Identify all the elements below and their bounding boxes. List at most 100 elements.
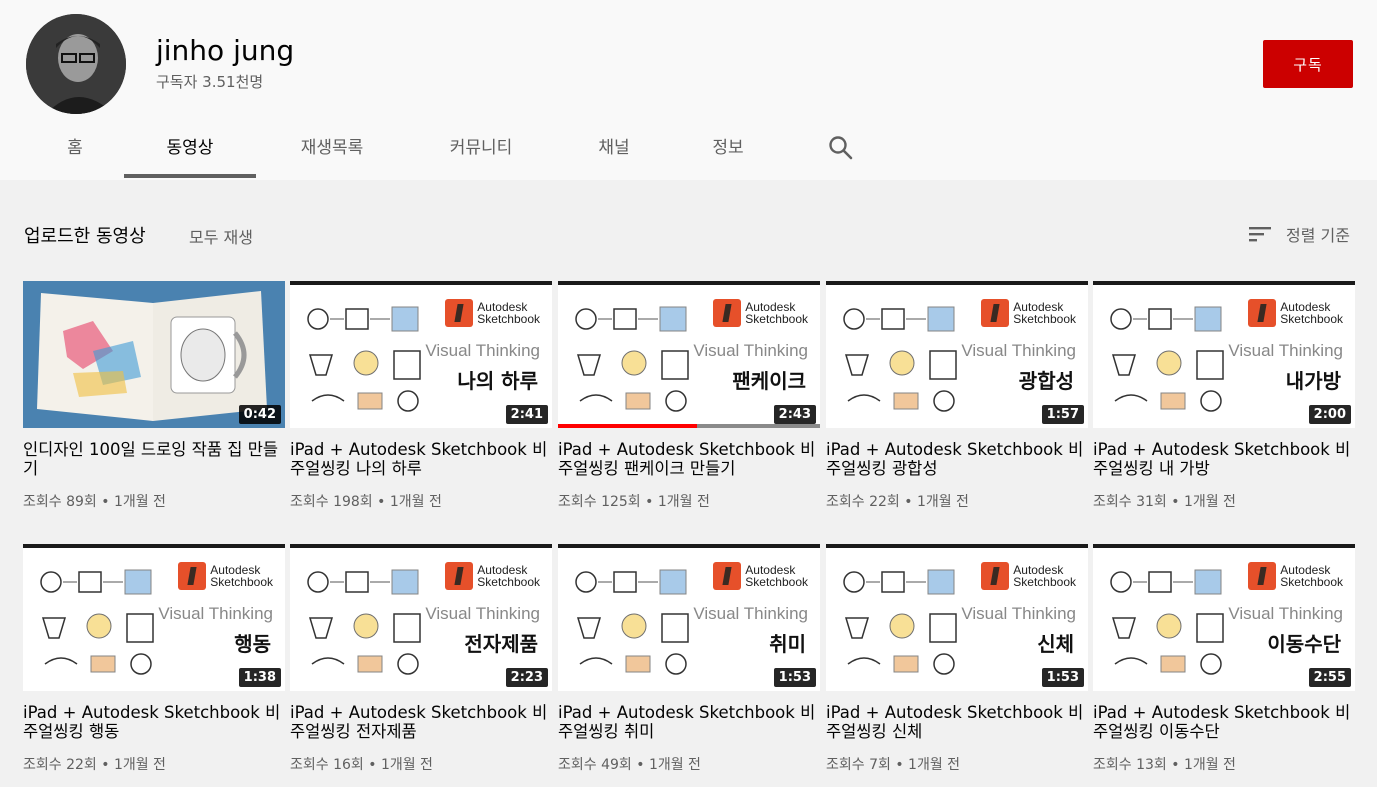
- sketchbook-pencil-icon: [1248, 562, 1277, 590]
- video-thumbnail[interactable]: Autodesk Sketchbook Visual Thinking 신체 1:53: [826, 544, 1088, 691]
- doodle-illustration: [843, 306, 957, 412]
- sketchbook-wordmark: Autodesk Sketchbook: [745, 301, 808, 325]
- video-metadata: 조회수 22회 • 1개월 전: [826, 494, 969, 510]
- sketchbook-pencil-icon: [981, 562, 1010, 590]
- videos-section: 업로드한 동영상 모두 재생 정렬 기준 0:42 인디자인 100일 드로잉 작…: [0, 180, 1377, 787]
- tab-videos[interactable]: 동영상: [124, 118, 256, 178]
- sketchbook-pencil-icon: [713, 562, 742, 590]
- video-title[interactable]: iPad + Autodesk Sketchbook 비주얼씽킹 내 가방: [1093, 440, 1355, 478]
- visual-thinking-label: Visual Thinking: [693, 604, 808, 623]
- sketchbook-pencil-icon: [981, 299, 1010, 327]
- video-metadata: 조회수 31회 • 1개월 전: [1093, 494, 1236, 510]
- video-title[interactable]: iPad + Autodesk Sketchbook 비주얼씽킹 나의 하루: [290, 440, 552, 478]
- sketchbook-pencil-icon: [713, 299, 742, 327]
- thumbnail-topic-word: 신체: [1037, 632, 1074, 656]
- sketchbook-wordmark: Autodesk Sketchbook: [1013, 564, 1076, 588]
- video-title[interactable]: iPad + Autodesk Sketchbook 비주얼씽킹 이동수단: [1093, 703, 1355, 741]
- video-thumbnail[interactable]: Autodesk Sketchbook Visual Thinking 행동 1:38: [23, 544, 285, 691]
- sketchbook-logo: Autodesk Sketchbook: [1248, 562, 1343, 590]
- video-duration: 1:57: [1041, 405, 1084, 424]
- video-metadata: 조회수 49회 • 1개월 전: [558, 757, 701, 773]
- video-thumbnail[interactable]: Autodesk Sketchbook Visual Thinking 내가방 2:00: [1093, 281, 1355, 428]
- sketchbook-wordmark: Autodesk Sketchbook: [745, 564, 808, 588]
- sketchbook-logo: Autodesk Sketchbook: [713, 562, 808, 590]
- video-thumbnail[interactable]: Autodesk Sketchbook Visual Thinking 전자제품 2:2…: [290, 544, 552, 691]
- video-duration: 2:23: [505, 668, 548, 687]
- visual-thinking-label: Visual Thinking: [961, 604, 1076, 623]
- doodle-illustration: [575, 306, 689, 412]
- video-title[interactable]: 인디자인 100일 드로잉 작품 집 만들기: [23, 440, 285, 478]
- subscribe-button[interactable]: 구독: [1263, 40, 1353, 88]
- video-thumbnail[interactable]: Autodesk Sketchbook Visual Thinking 광합성 1:57: [826, 281, 1088, 428]
- active-tab-indicator: [124, 174, 256, 178]
- sketchbook-logo: Autodesk Sketchbook: [713, 299, 808, 327]
- video-thumbnail[interactable]: 0:42: [23, 281, 285, 428]
- video-metadata: 조회수 13회 • 1개월 전: [1093, 757, 1236, 773]
- sketchbook-wordmark: Autodesk Sketchbook: [210, 564, 273, 588]
- section-title: 업로드한 동영상: [24, 226, 146, 247]
- thumbnail-topic-word: 팬케이크: [732, 369, 806, 393]
- sketchbook-wordmark: Autodesk Sketchbook: [1280, 564, 1343, 588]
- video-title[interactable]: iPad + Autodesk Sketchbook 비주얼씽킹 광합성: [826, 440, 1088, 478]
- video-title[interactable]: iPad + Autodesk Sketchbook 비주얼씽킹 행동: [23, 703, 285, 741]
- tab-community[interactable]: 커뮤니티: [428, 118, 534, 178]
- video-duration: 2:43: [773, 405, 816, 424]
- sketchbook-logo: Autodesk Sketchbook: [981, 562, 1076, 590]
- sketchbook-logo: Autodesk Sketchbook: [178, 562, 273, 590]
- video-metadata: 조회수 125회 • 1개월 전: [558, 494, 710, 510]
- sketchbook-logo: Autodesk Sketchbook: [445, 299, 540, 327]
- thumbnail-topic-word: 광합성: [1018, 369, 1074, 393]
- sort-icon: [1249, 227, 1271, 242]
- video-title[interactable]: iPad + Autodesk Sketchbook 비주얼씽킹 신체: [826, 703, 1088, 741]
- video-duration: 0:42: [238, 405, 281, 424]
- channel-header: jinho jung 구독자 3.51천명 구독 홈 동영상 재생목록 커뮤니티…: [0, 0, 1377, 180]
- video-duration: 2:00: [1308, 405, 1351, 424]
- brand-line2: Sketchbook: [745, 575, 808, 589]
- video-duration: 1:53: [1041, 668, 1084, 687]
- video-thumbnail[interactable]: Autodesk Sketchbook Visual Thinking 나의 하루 2:…: [290, 281, 552, 428]
- sketchbook-pencil-icon: [445, 299, 474, 327]
- doodle-illustration: [307, 306, 421, 412]
- video-title[interactable]: iPad + Autodesk Sketchbook 비주얼씽킹 팬케이크 만들…: [558, 440, 820, 478]
- video-metadata: 조회수 89회 • 1개월 전: [23, 494, 166, 510]
- tab-home[interactable]: 홈: [54, 118, 96, 178]
- visual-thinking-label: Visual Thinking: [1228, 341, 1343, 360]
- tab-about[interactable]: 정보: [694, 118, 762, 178]
- sketchbook-wordmark: Autodesk Sketchbook: [477, 301, 540, 325]
- thumbnail-topic-word: 행동: [234, 632, 271, 656]
- doodle-illustration: [1110, 306, 1224, 412]
- video-title[interactable]: iPad + Autodesk Sketchbook 비주얼씽킹 전자제품: [290, 703, 552, 741]
- video-metadata: 조회수 22회 • 1개월 전: [23, 757, 166, 773]
- sketchbook-pencil-icon: [1248, 299, 1277, 327]
- video-title[interactable]: iPad + Autodesk Sketchbook 비주얼씽킹 취미: [558, 703, 820, 741]
- video-thumbnail[interactable]: Autodesk Sketchbook Visual Thinking 팬케이크 2:4…: [558, 281, 820, 428]
- thumbnail-topic-word: 내가방: [1285, 369, 1341, 393]
- channel-avatar[interactable]: [26, 14, 126, 114]
- subscriber-count: 구독자 3.51천명: [156, 73, 264, 91]
- play-all-link[interactable]: 모두 재생: [189, 224, 253, 248]
- brand-line2: Sketchbook: [745, 312, 808, 326]
- thumbnail-topic-word: 나의 하루: [457, 369, 538, 393]
- video-thumbnail[interactable]: Autodesk Sketchbook Visual Thinking 이동수단 2:5…: [1093, 544, 1355, 691]
- sketchbook-wordmark: Autodesk Sketchbook: [1013, 301, 1076, 325]
- search-icon[interactable]: [826, 133, 856, 163]
- sort-menu[interactable]: 정렬 기준: [1248, 220, 1350, 248]
- sort-label: 정렬 기준: [1286, 226, 1350, 245]
- sketchbook-logo: Autodesk Sketchbook: [1248, 299, 1343, 327]
- thumbnail-topic-word: 전자제품: [464, 632, 538, 656]
- doodle-illustration: [1110, 569, 1224, 675]
- tab-channels[interactable]: 채널: [578, 118, 650, 178]
- sketchbook-wordmark: Autodesk Sketchbook: [1280, 301, 1343, 325]
- brand-line2: Sketchbook: [1280, 575, 1343, 589]
- doodle-illustration: [40, 569, 154, 675]
- visual-thinking-label: Visual Thinking: [158, 604, 273, 623]
- visual-thinking-label: Visual Thinking: [425, 341, 540, 360]
- video-thumbnail[interactable]: Autodesk Sketchbook Visual Thinking 취미 1:53: [558, 544, 820, 691]
- brand-line2: Sketchbook: [1013, 312, 1076, 326]
- doodle-illustration: [843, 569, 957, 675]
- tab-playlists[interactable]: 재생목록: [280, 118, 384, 178]
- brand-line2: Sketchbook: [1013, 575, 1076, 589]
- thumbnail-topic-word: 이동수단: [1267, 632, 1341, 656]
- brand-line2: Sketchbook: [477, 312, 540, 326]
- visual-thinking-label: Visual Thinking: [693, 341, 808, 360]
